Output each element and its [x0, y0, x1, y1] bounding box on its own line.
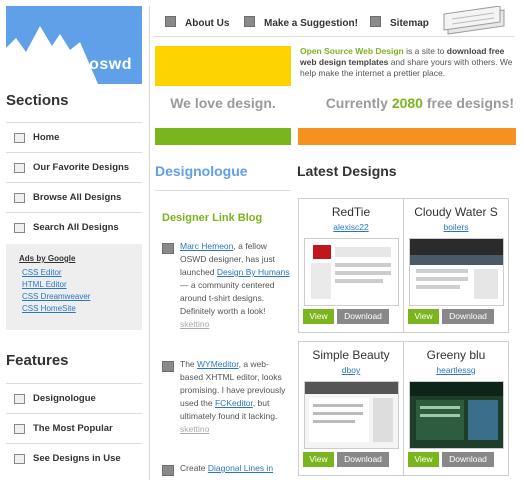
design-name: Greeny blu — [426, 348, 486, 362]
blog-entry: Create Diagonal Lines in — [160, 462, 292, 476]
blog-link[interactable]: Marc Hemeon — [180, 241, 233, 251]
design-author[interactable]: alexisc22 — [299, 222, 403, 232]
ad-link[interactable]: CSS Dreamweaver — [22, 292, 90, 301]
download-button[interactable]: Download — [442, 452, 494, 467]
site-intro: Open Source Web Design is a site to down… — [300, 46, 513, 78]
latest-designs-heading: Latest Designs — [297, 163, 397, 179]
ads-title[interactable]: Ads by Google — [19, 254, 75, 263]
design-author[interactable]: boilers — [404, 222, 508, 232]
nav-about-us[interactable]: About Us — [165, 16, 229, 29]
view-button[interactable]: View — [408, 452, 439, 467]
green-bar — [155, 128, 291, 145]
view-button[interactable]: View — [303, 309, 334, 324]
design-card: Greeny blu heartlessg View Download — [403, 341, 509, 476]
nav-make-suggestion[interactable]: Make a Suggestion! — [244, 16, 358, 29]
sidebar-divider — [149, 6, 150, 480]
design-thumbnail[interactable] — [409, 238, 504, 306]
note-icon — [162, 361, 174, 372]
pencil-icon — [14, 393, 25, 404]
house-icon — [14, 132, 25, 143]
design-count: 2080 — [391, 95, 423, 111]
stacked-pages-icon — [443, 6, 505, 35]
blog-entry: Marc Hemeon, a fellow OSWD designer, has… — [160, 240, 292, 340]
sidebar-item-home[interactable]: Home — [6, 122, 142, 152]
sidebar-item-search-designs[interactable]: Search All Designs — [6, 212, 142, 242]
features-nav: Designologue The Most Popular See Design… — [6, 383, 142, 473]
heart-icon — [14, 162, 25, 173]
blog-link[interactable]: FCKeditor — [215, 398, 253, 408]
design-thumbnail[interactable] — [409, 381, 504, 449]
search-icon — [14, 222, 25, 233]
designologue-rule — [155, 190, 291, 191]
orange-bar — [298, 128, 516, 145]
nav-sitemap[interactable]: Sitemap — [370, 16, 429, 29]
sitemap-icon — [370, 16, 381, 27]
sidebar-item-designologue[interactable]: Designologue — [6, 383, 142, 413]
suggestion-icon — [244, 16, 255, 27]
design-card: RedTie alexisc22 View Download — [298, 198, 404, 333]
design-author[interactable]: dboy — [299, 365, 403, 375]
tagline-left: We love design. — [170, 95, 276, 111]
sections-nav: Home Our Favorite Designs Browse All Des… — [6, 122, 142, 242]
sidebar-item-most-popular[interactable]: The Most Popular — [6, 413, 142, 443]
design-thumbnail[interactable] — [304, 381, 399, 449]
download-button[interactable]: Download — [337, 452, 389, 467]
view-button[interactable]: View — [303, 452, 334, 467]
design-name: Simple Beauty — [312, 348, 390, 362]
designologue-heading[interactable]: Designologue — [155, 163, 248, 179]
logo-text: oswd — [89, 56, 132, 73]
grid-icon — [14, 192, 25, 203]
view-button[interactable]: View — [408, 309, 439, 324]
ad-link[interactable]: CSS HomeSite — [22, 304, 76, 313]
yellow-banner — [155, 46, 291, 86]
sidebar-item-designs-in-use[interactable]: See Designs in Use — [6, 443, 142, 473]
blog-entry: The WYMeditor, a web-based XHTML editor,… — [160, 358, 292, 448]
design-thumbnail[interactable] — [304, 238, 399, 306]
blog-link[interactable]: WYMeditor — [197, 359, 239, 369]
note-icon — [162, 243, 174, 254]
eye-icon — [14, 453, 25, 464]
design-name: Cloudy Water S — [414, 205, 498, 219]
download-button[interactable]: Download — [442, 309, 494, 324]
sidebar-item-browse-designs[interactable]: Browse All Designs — [6, 182, 142, 212]
author-link[interactable]: skettino — [180, 424, 209, 434]
ad-link[interactable]: CSS Editor — [22, 268, 62, 277]
author-link[interactable]: skettino — [180, 319, 209, 329]
download-button[interactable]: Download — [337, 309, 389, 324]
sections-heading: Sections — [6, 92, 69, 109]
blog-link[interactable]: Diagonal Lines in — [208, 463, 273, 473]
blog-title: Designer Link Blog — [162, 212, 263, 224]
info-icon — [165, 16, 176, 27]
design-card: Cloudy Water S boilers View Download — [403, 198, 509, 333]
design-card: Simple Beauty dboy View Download — [298, 341, 404, 476]
design-name: RedTie — [331, 205, 371, 219]
tagline-right: Currently 2080 free designs! — [325, 95, 514, 111]
features-heading: Features — [6, 352, 69, 369]
ad-link[interactable]: HTML Editor — [22, 280, 67, 289]
note-icon — [162, 465, 174, 476]
blog-link[interactable]: Design By Humans — [217, 267, 290, 277]
chart-icon — [14, 423, 25, 434]
site-logo[interactable]: oswd — [6, 6, 142, 84]
sidebar-item-favorite-designs[interactable]: Our Favorite Designs — [6, 152, 142, 182]
design-author[interactable]: heartlessg — [404, 365, 508, 375]
header-rule — [154, 36, 514, 37]
google-ads-box: Ads by Google CSS Editor HTML Editor CSS… — [6, 244, 142, 330]
